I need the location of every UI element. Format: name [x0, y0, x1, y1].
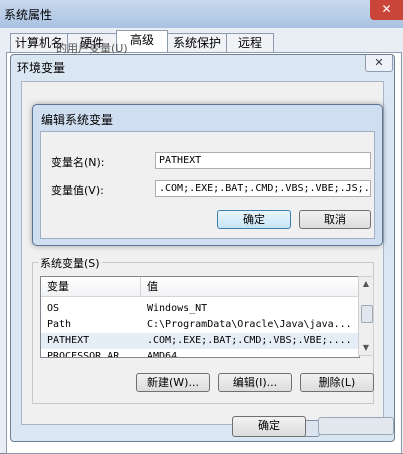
- table-row-selected[interactable]: PATHEXT .COM;.EXE;.BAT;.CMD;.VBS;.VBE;..…: [41, 333, 359, 349]
- dialog-cancel-button[interactable]: 取消: [299, 210, 371, 229]
- table-row[interactable]: OS Windows_NT: [41, 301, 359, 317]
- row-value: Windows_NT: [147, 303, 208, 314]
- dialog-ok-button[interactable]: 确定: [217, 210, 291, 229]
- variable-name-label: 变量名(N):: [51, 156, 105, 169]
- row-variable: PROCESSOR_AR: [47, 351, 120, 358]
- dialog-body: 变量名(N): PATHEXT 变量值(V): .COM;.EXE;.BAT;.…: [40, 131, 375, 239]
- tab-remote[interactable]: 远程: [226, 33, 274, 53]
- scroll-down-icon[interactable]: ▼: [361, 343, 371, 353]
- row-value: AMD64: [147, 351, 178, 358]
- variable-value-input[interactable]: .COM;.EXE;.BAT;.CMD;.VBS;.VBE;.JS;.: [155, 180, 371, 197]
- edit-system-variable-dialog: 编辑系统变量 变量名(N): PATHEXT 变量值(V): .COM;.EXE…: [32, 104, 383, 246]
- new-variable-button[interactable]: 新建(W)...: [136, 373, 210, 392]
- column-header-value[interactable]: 值: [141, 277, 359, 297]
- cancel-button-shadow[interactable]: [318, 417, 394, 435]
- env-ok-button[interactable]: 确定: [232, 416, 306, 437]
- env-window-title: 环境变量: [17, 61, 66, 75]
- row-variable: Path: [47, 319, 72, 330]
- table-row[interactable]: Path C:\ProgramData\Oracle\Java\java...: [41, 317, 359, 333]
- row-value: C:\ProgramData\Oracle\Java\java...: [147, 319, 352, 330]
- scrollbar-thumb[interactable]: [361, 305, 373, 323]
- window-title: 系统属性: [4, 8, 53, 22]
- variable-value-label: 变量值(V):: [51, 184, 104, 197]
- row-variable: PATHEXT: [47, 335, 90, 346]
- variable-name-input[interactable]: PATHEXT: [155, 152, 371, 169]
- system-properties-titlebar[interactable]: 系统属性: [0, 0, 403, 28]
- table-row[interactable]: PROCESSOR_AR AMD64: [41, 349, 359, 358]
- column-header-variable[interactable]: 变量: [41, 277, 141, 297]
- table-scrollbar[interactable]: ▲ ▼: [358, 276, 374, 356]
- close-icon[interactable]: ✕: [365, 55, 393, 72]
- dialog-title: 编辑系统变量: [41, 113, 114, 127]
- system-variables-table[interactable]: 变量 值 OS Windows_NT Path C:\ProgramData\O…: [40, 276, 360, 358]
- close-icon[interactable]: ✕: [370, 0, 403, 20]
- edit-variable-button[interactable]: 编辑(I)...: [218, 373, 292, 392]
- scroll-up-icon[interactable]: ▲: [361, 279, 371, 289]
- user-variables-label: 的用户变量(U): [56, 42, 128, 55]
- row-variable: OS: [47, 303, 60, 314]
- system-variables-label: 系统变量(S): [38, 255, 102, 271]
- delete-variable-button[interactable]: 删除(L): [300, 373, 374, 392]
- row-value: .COM;.EXE;.BAT;.CMD;.VBS;.VBE;....: [147, 335, 352, 346]
- tab-system-protection[interactable]: 系统保护: [167, 33, 227, 53]
